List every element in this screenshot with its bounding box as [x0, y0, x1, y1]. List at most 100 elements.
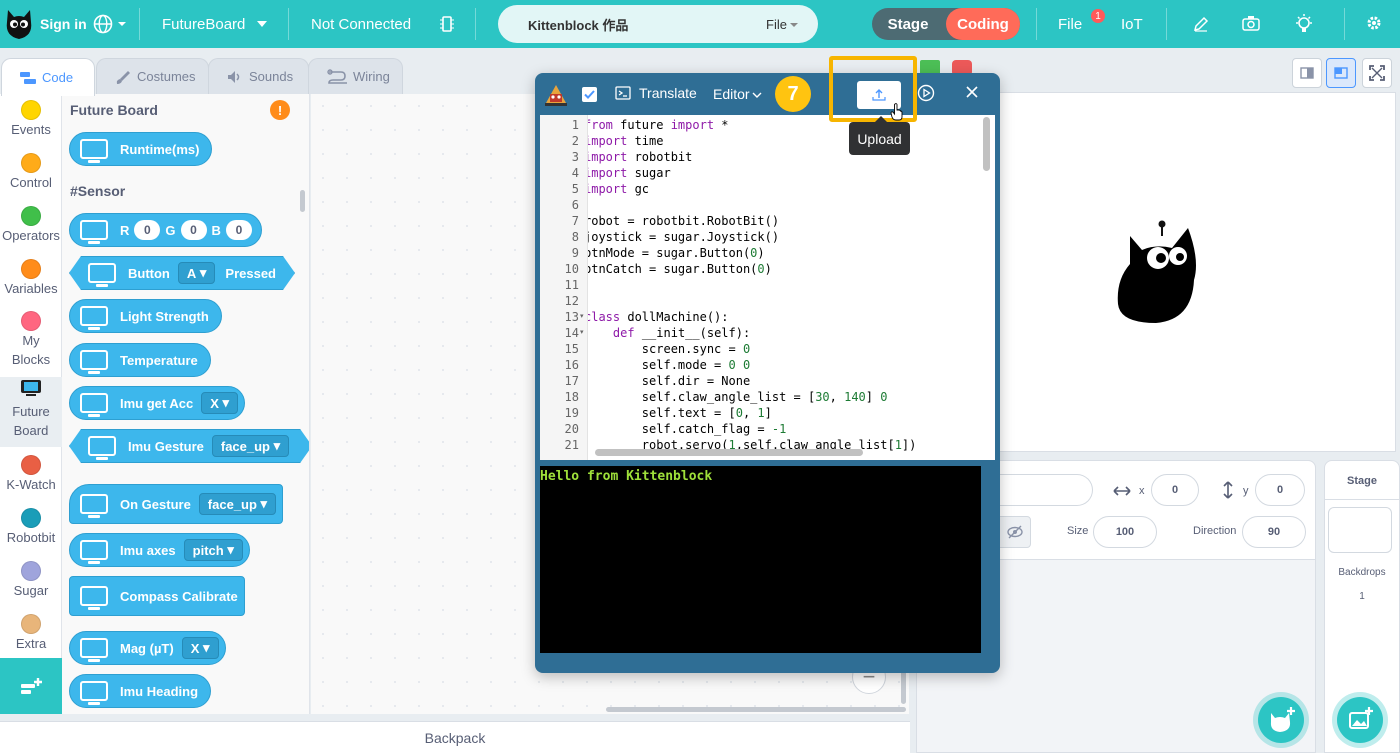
hide-sprite-button[interactable]: [999, 516, 1031, 548]
fold-arrow-icon[interactable]: ▾: [580, 325, 584, 341]
info-icon[interactable]: !: [270, 100, 290, 120]
block-mag[interactable]: Mag (µT) X ▾: [69, 631, 226, 665]
add-extension-button[interactable]: [0, 658, 62, 714]
project-title[interactable]: Kittenblock 作品: [528, 15, 628, 34]
editor-dropdown[interactable]: Editor: [713, 86, 762, 102]
rgb-b-input[interactable]: 0: [225, 220, 252, 240]
block-on-gesture[interactable]: On Gesture face_up ▾: [69, 484, 284, 524]
category-variables[interactable]: Variables: [0, 259, 62, 296]
lightbulb-icon[interactable]: [1294, 13, 1314, 35]
category-extra[interactable]: Extra: [0, 614, 62, 651]
code-line[interactable]: class dollMachine():: [588, 309, 729, 325]
workspace-vertical-scrollbar[interactable]: [901, 668, 906, 704]
file-menu[interactable]: File: [1058, 0, 1082, 48]
backdrop-thumbnail[interactable]: [1328, 507, 1392, 553]
block-imu-heading[interactable]: Imu Heading: [69, 674, 212, 708]
block-runtime[interactable]: Runtime(ms): [69, 132, 213, 166]
code-line[interactable]: btnCatch = sugar.Button(0): [588, 261, 772, 277]
kitten-sprite-icon[interactable]: [1116, 220, 1198, 326]
sign-in-button[interactable]: Sign in: [40, 0, 87, 48]
block-rgb[interactable]: R0 G0 B0: [69, 213, 262, 247]
category-robotbit[interactable]: Robotbit: [0, 508, 62, 545]
connection-status[interactable]: Not Connected: [311, 0, 411, 48]
project-title-bar[interactable]: Kittenblock 作品 File: [498, 5, 818, 43]
camera-icon[interactable]: [1242, 15, 1260, 31]
language-menu[interactable]: [93, 0, 128, 48]
code-line[interactable]: import sugar: [588, 165, 671, 181]
category-operators[interactable]: Operators: [0, 206, 62, 243]
y-position-field[interactable]: 0: [1255, 474, 1305, 506]
block-light-strength[interactable]: Light Strength: [69, 299, 222, 333]
close-icon[interactable]: [964, 84, 980, 100]
code-line[interactable]: joystick = sugar.Joystick(): [588, 229, 779, 245]
x-position-field[interactable]: 0: [1151, 474, 1199, 506]
rgb-g-input[interactable]: 0: [180, 220, 207, 240]
code-line[interactable]: self.mode = 0 0: [588, 357, 750, 373]
code-line[interactable]: def __init__(self):: [588, 325, 750, 341]
on-gesture-dropdown[interactable]: face_up ▾: [198, 493, 277, 515]
code-area[interactable]: from future import *import timeimport ro…: [588, 115, 980, 460]
code-line[interactable]: from future import *: [588, 117, 729, 133]
block-imu-axes[interactable]: Imu axes pitch ▾: [69, 533, 250, 567]
code-editor[interactable]: 123456789101112131415161718192021▾▾ from…: [540, 115, 995, 460]
block-button-pressed[interactable]: Button A ▾ Pressed: [69, 256, 295, 290]
button-dropdown[interactable]: A ▾: [178, 262, 216, 284]
coding-mode-button[interactable]: Coding: [946, 8, 1020, 40]
screen-icon: [80, 350, 108, 374]
category-future-board[interactable]: Future Board: [0, 377, 62, 447]
gesture-dropdown[interactable]: face_up ▾: [212, 435, 289, 457]
tab-costumes[interactable]: Costumes: [96, 58, 209, 94]
code-line[interactable]: self.text = [0, 1]: [588, 405, 772, 421]
category-sugar[interactable]: Sugar: [0, 561, 62, 598]
code-line[interactable]: self.catch_flag = -1: [588, 421, 787, 437]
iot-menu[interactable]: IoT: [1121, 0, 1143, 48]
tab-code[interactable]: Code: [1, 58, 95, 96]
category-events[interactable]: Events: [0, 100, 62, 137]
board-selector[interactable]: FutureBoard: [162, 0, 269, 48]
code-line[interactable]: self.dir = None: [588, 373, 750, 389]
category-my-blocks[interactable]: My Blocks: [0, 311, 62, 369]
project-file-menu[interactable]: File: [766, 17, 799, 32]
block-compass-calibrate[interactable]: Compass Calibrate: [69, 576, 245, 616]
code-line[interactable]: screen.sync = 0: [588, 341, 750, 357]
axes-dropdown[interactable]: pitch ▾: [183, 539, 243, 561]
workspace-horizontal-scrollbar[interactable]: [606, 707, 906, 712]
code-line[interactable]: import time: [588, 133, 663, 149]
device-chip-icon[interactable]: [440, 0, 454, 48]
tab-wiring[interactable]: Wiring: [308, 58, 403, 94]
small-stage-button[interactable]: [1292, 58, 1322, 88]
code-line[interactable]: import robotbit: [588, 149, 692, 165]
code-line[interactable]: import gc: [588, 181, 649, 197]
backpack-bar[interactable]: Backpack: [0, 721, 910, 753]
block-temperature[interactable]: Temperature: [69, 343, 211, 377]
run-play-icon[interactable]: [917, 84, 935, 102]
kittenblock-logo-icon[interactable]: [4, 6, 34, 42]
fold-arrow-icon[interactable]: ▾: [580, 309, 584, 325]
code-line[interactable]: self.claw_angle_list = [30, 140] 0: [588, 389, 888, 405]
tab-sounds[interactable]: Sounds: [208, 58, 309, 94]
code-line[interactable]: robot = robotbit.RobotBit(): [588, 213, 779, 229]
rgb-r-input[interactable]: 0: [134, 220, 161, 240]
add-backdrop-button[interactable]: [1337, 697, 1383, 743]
category-k-watch[interactable]: K-Watch: [0, 455, 62, 492]
stage-mode-button[interactable]: Stage: [872, 8, 944, 40]
size-field[interactable]: 100: [1093, 516, 1157, 548]
mag-axis-dropdown[interactable]: X ▾: [181, 637, 219, 659]
block-imu-get-acc[interactable]: Imu get Acc X ▾: [69, 386, 246, 420]
gear-icon[interactable]: [1366, 15, 1382, 31]
category-control[interactable]: Control: [0, 153, 62, 190]
direction-field[interactable]: 90: [1242, 516, 1306, 548]
palette-scrollbar[interactable]: [300, 190, 305, 212]
add-sprite-button[interactable]: [1258, 697, 1304, 743]
translate-button[interactable]: Translate: [615, 85, 697, 101]
fullscreen-button[interactable]: [1362, 58, 1392, 88]
acc-axis-dropdown[interactable]: X ▾: [201, 392, 239, 414]
code-line[interactable]: btnMode = sugar.Button(0): [588, 245, 765, 261]
editor-horizontal-scrollbar[interactable]: [595, 449, 863, 456]
editor-vertical-scrollbar[interactable]: [983, 117, 990, 171]
normal-stage-button[interactable]: [1326, 58, 1356, 88]
mode-toggle[interactable]: Stage Coding: [872, 8, 1020, 40]
sync-checkbox[interactable]: [582, 87, 597, 102]
block-imu-gesture[interactable]: Imu Gesture face_up ▾: [69, 429, 310, 463]
pencil-icon[interactable]: [1193, 16, 1209, 32]
